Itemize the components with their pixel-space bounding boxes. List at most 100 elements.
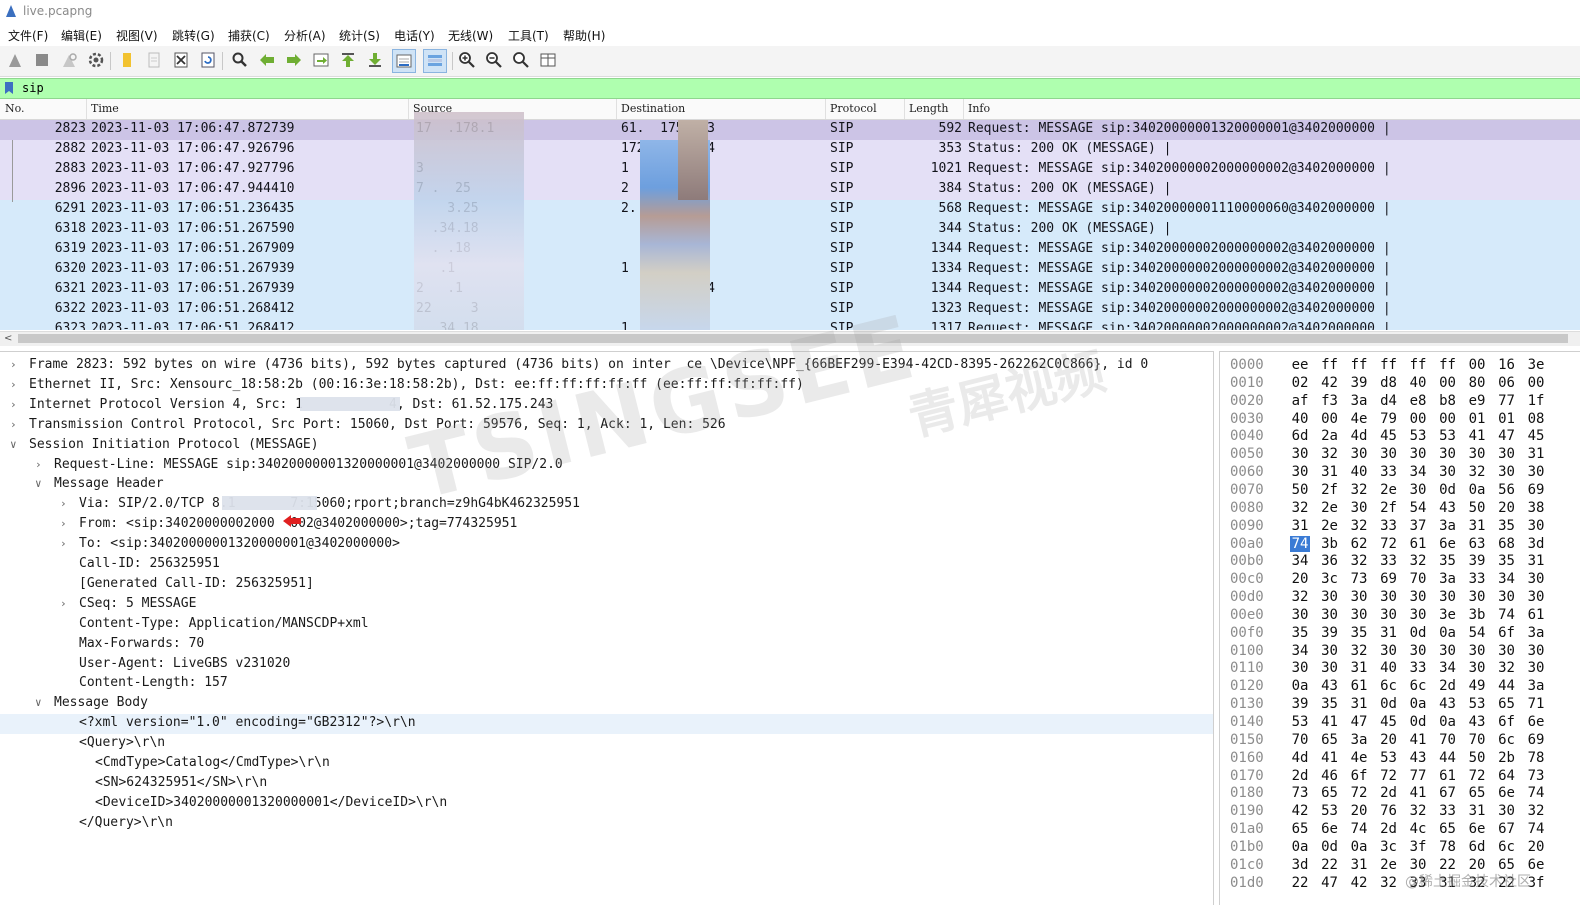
- hex-byte[interactable]: 4d: [1290, 750, 1310, 766]
- hex-byte[interactable]: 0d: [1408, 714, 1428, 730]
- hex-byte[interactable]: 63: [1467, 536, 1487, 552]
- hex-byte[interactable]: 0a: [1290, 839, 1310, 855]
- hex-byte[interactable]: 42: [1349, 875, 1369, 891]
- detail-tree-item[interactable]: › Transmission Control Protocol, Src Port…: [0, 416, 1213, 436]
- hex-byte[interactable]: 79: [1379, 411, 1399, 427]
- column-header-info[interactable]: Info: [968, 102, 990, 115]
- hex-byte[interactable]: 35: [1349, 625, 1369, 641]
- hex-byte[interactable]: 30: [1526, 660, 1546, 676]
- expand-chevron-icon[interactable]: ›: [60, 537, 72, 550]
- go-back-icon[interactable]: [256, 49, 278, 71]
- column-header-protocol[interactable]: Protocol: [830, 102, 877, 115]
- hex-byte[interactable]: 65: [1467, 785, 1487, 801]
- hex-byte[interactable]: 41: [1320, 714, 1340, 730]
- hex-byte[interactable]: 0d: [1320, 839, 1340, 855]
- save-icon[interactable]: [143, 49, 165, 71]
- hex-byte[interactable]: 30: [1320, 643, 1340, 659]
- hex-byte[interactable]: 32: [1290, 500, 1310, 516]
- hex-byte[interactable]: 30: [1349, 446, 1369, 462]
- detail-tree-item[interactable]: › Ethernet II, Src: Xensourc_18:58:2b (00…: [0, 376, 1213, 396]
- hex-byte[interactable]: 41: [1408, 785, 1428, 801]
- hex-byte[interactable]: 36: [1320, 553, 1340, 569]
- hex-byte[interactable]: 30: [1408, 607, 1428, 623]
- resize-columns-icon[interactable]: [537, 49, 559, 71]
- first-packet-icon[interactable]: [337, 49, 359, 71]
- hex-byte[interactable]: 30: [1438, 464, 1458, 480]
- hex-byte[interactable]: 3a: [1438, 518, 1458, 534]
- hex-byte[interactable]: 30: [1408, 857, 1428, 873]
- hex-byte[interactable]: 6e: [1467, 821, 1487, 837]
- packet-row[interactable]: 6318 2023-11-03 17:06:51.267590 .34.18 25…: [0, 220, 1580, 240]
- hex-byte[interactable]: 32: [1320, 446, 1340, 462]
- hex-byte[interactable]: 0a: [1438, 625, 1458, 641]
- hex-byte[interactable]: 6e: [1526, 857, 1546, 873]
- collapse-chevron-icon[interactable]: ∨: [10, 438, 22, 451]
- collapse-chevron-icon[interactable]: ∨: [35, 696, 47, 709]
- hex-byte[interactable]: 70: [1438, 732, 1458, 748]
- hex-byte[interactable]: e9: [1467, 393, 1487, 409]
- hex-byte[interactable]: 6d: [1467, 839, 1487, 855]
- hex-byte[interactable]: 53: [1290, 714, 1310, 730]
- column-header-source[interactable]: Source: [413, 102, 452, 115]
- detail-tree-item[interactable]: Max-Forwards: 70: [0, 635, 1213, 655]
- hex-byte[interactable]: 54: [1467, 625, 1487, 641]
- packet-row[interactable]: 2883 2023-11-03 17:06:47.927796 3 1 .254 SIP…: [0, 160, 1580, 180]
- colorize-icon[interactable]: [423, 49, 447, 73]
- hex-byte[interactable]: 30: [1290, 446, 1310, 462]
- hex-byte[interactable]: 37: [1408, 518, 1428, 534]
- detail-tree-item[interactable]: › CSeq: 5 MESSAGE: [0, 595, 1213, 615]
- hex-byte[interactable]: 32: [1467, 464, 1487, 480]
- hex-byte[interactable]: 35: [1497, 553, 1517, 569]
- column-header-destination[interactable]: Destination: [621, 102, 685, 115]
- hex-byte[interactable]: 30: [1379, 643, 1399, 659]
- hex-byte[interactable]: 74: [1290, 535, 1310, 552]
- hex-byte[interactable]: 1f: [1526, 393, 1546, 409]
- hex-byte[interactable]: 30: [1438, 589, 1458, 605]
- hex-byte[interactable]: 76: [1379, 803, 1399, 819]
- hex-byte[interactable]: 41: [1408, 732, 1428, 748]
- hex-byte[interactable]: 33: [1467, 571, 1487, 587]
- hex-byte[interactable]: 34: [1290, 553, 1310, 569]
- detail-tree-item[interactable]: › From: <sip:34020000002000 002@340200000…: [0, 515, 1213, 535]
- hex-byte[interactable]: 3f: [1408, 839, 1428, 855]
- hex-byte[interactable]: f3: [1320, 393, 1340, 409]
- hex-byte[interactable]: 32: [1408, 553, 1428, 569]
- hex-byte[interactable]: 2e: [1320, 500, 1340, 516]
- hex-byte[interactable]: 30: [1497, 446, 1517, 462]
- packet-list-hscrollbar[interactable]: <: [0, 331, 1580, 346]
- hex-byte[interactable]: 32: [1349, 482, 1369, 498]
- hex-byte[interactable]: 31: [1467, 803, 1487, 819]
- hex-byte[interactable]: 61: [1349, 678, 1369, 694]
- hex-byte[interactable]: 2b: [1497, 750, 1517, 766]
- hex-byte[interactable]: 01: [1467, 411, 1487, 427]
- options-gear-icon[interactable]: [85, 49, 107, 71]
- hex-byte[interactable]: 72: [1349, 785, 1369, 801]
- hex-byte[interactable]: 32: [1408, 803, 1428, 819]
- hex-byte[interactable]: 30: [1349, 500, 1369, 516]
- hex-byte[interactable]: 06: [1497, 375, 1517, 391]
- hex-byte[interactable]: 54: [1408, 500, 1428, 516]
- detail-tree-item[interactable]: [Generated Call-ID: 256325951]: [0, 575, 1213, 595]
- hex-byte[interactable]: 30: [1349, 607, 1369, 623]
- hex-byte[interactable]: 40: [1290, 411, 1310, 427]
- hex-byte[interactable]: 33: [1408, 875, 1428, 891]
- hex-byte[interactable]: 20: [1526, 839, 1546, 855]
- hex-byte[interactable]: 3c: [1320, 571, 1340, 587]
- hex-byte[interactable]: 32: [1290, 589, 1310, 605]
- packet-row[interactable]: 6291 2023-11-03 17:06:51.236435 3.25 2. 18…: [0, 200, 1580, 220]
- go-forward-icon[interactable]: [283, 49, 305, 71]
- hex-byte[interactable]: 45: [1379, 428, 1399, 444]
- hex-byte[interactable]: 22: [1290, 875, 1310, 891]
- hex-byte[interactable]: 2d: [1379, 821, 1399, 837]
- stop-icon[interactable]: [31, 49, 53, 71]
- hex-byte[interactable]: 65: [1290, 821, 1310, 837]
- hex-byte[interactable]: 6e: [1438, 536, 1458, 552]
- hex-byte[interactable]: 31: [1526, 446, 1546, 462]
- hex-byte[interactable]: 2f: [1379, 500, 1399, 516]
- hex-byte[interactable]: 08: [1526, 411, 1546, 427]
- detail-tree-item[interactable]: </Query>\r\n: [0, 814, 1213, 834]
- hex-byte[interactable]: 30: [1526, 589, 1546, 605]
- hex-byte[interactable]: 30: [1526, 464, 1546, 480]
- hex-byte[interactable]: 22: [1497, 875, 1517, 891]
- expand-chevron-icon[interactable]: ›: [60, 517, 72, 530]
